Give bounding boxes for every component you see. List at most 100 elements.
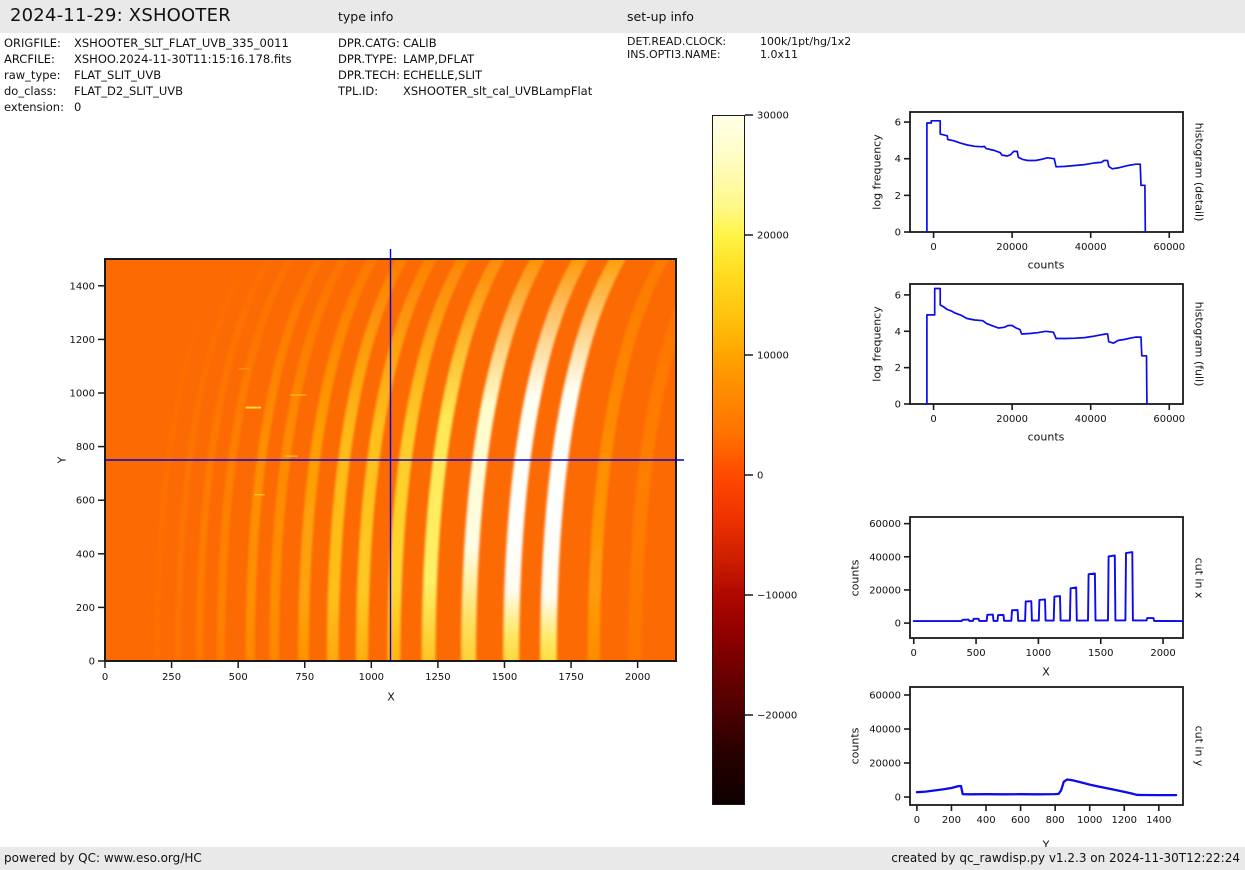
footer-right-text: created by qc_rawdisp.py v1.2.3 on 2024-… — [891, 851, 1240, 865]
info-row: DPR.CATG:CALIB — [338, 35, 592, 51]
cut-y-legend: x=1072 — [1081, 689, 1166, 708]
bright-artifact — [246, 407, 261, 409]
svg-text:1500: 1500 — [1088, 648, 1113, 659]
info-label: DPR.CATG: — [338, 35, 403, 51]
svg-text:6: 6 — [895, 118, 901, 129]
svg-text:1000: 1000 — [1077, 815, 1102, 826]
svg-text:0: 0 — [930, 242, 936, 253]
svg-text:1000: 1000 — [70, 389, 95, 400]
main-xlabel: X — [387, 691, 395, 704]
svg-text:500: 500 — [967, 648, 986, 659]
info-label: ARCFILE: — [4, 51, 74, 67]
svg-text:0: 0 — [102, 672, 108, 683]
legend-line-sample — [1088, 698, 1110, 700]
svg-text:60000: 60000 — [869, 519, 901, 530]
info-row: raw_type:FLAT_SLIT_UVB — [4, 67, 292, 83]
info-label: do_class: — [4, 83, 74, 99]
info-value: ECHELLE,SLIT — [403, 67, 482, 83]
svg-text:400: 400 — [76, 549, 95, 560]
svg-text:60000: 60000 — [1153, 242, 1185, 253]
info-row: extension:0 — [4, 99, 292, 115]
svg-text:600: 600 — [76, 496, 95, 507]
info-row: ARCFILE:XSHOO.2024-11-30T11:15:16.178.fi… — [4, 51, 292, 67]
info-value: XSHOOTER_SLT_FLAT_UVB_335_0011 — [74, 35, 289, 51]
svg-text:4: 4 — [895, 327, 901, 338]
svg-text:0: 0 — [895, 228, 901, 239]
svg-text:200: 200 — [76, 603, 95, 614]
cut-x-xlabel: X — [1042, 666, 1050, 679]
info-value: FLAT_D2_SLIT_UVB — [74, 83, 183, 99]
svg-text:0: 0 — [895, 619, 901, 630]
qc-report-page: 2024-11-29: XSHOOTER type info set-up in… — [0, 0, 1245, 870]
hist-full-ylabel: log frequency — [871, 306, 884, 381]
info-row: ORIGFILE:XSHOOTER_SLT_FLAT_UVB_335_0011 — [4, 35, 292, 51]
info-label: raw_type: — [4, 67, 74, 83]
cut-x-side-label: cut in x — [1193, 558, 1206, 599]
info-label: INS.OPTI3.NAME: — [627, 48, 760, 61]
cut-x-legend-label: y=750 — [1127, 522, 1164, 535]
svg-text:60000: 60000 — [1153, 414, 1185, 425]
svg-text:20000: 20000 — [996, 414, 1028, 425]
svg-text:600: 600 — [1011, 815, 1030, 826]
info-label: DPR.TECH: — [338, 67, 403, 83]
svg-text:0: 0 — [895, 793, 901, 804]
info-row: INS.OPTI3.NAME:1.0x11 — [627, 48, 851, 61]
svg-text:0: 0 — [914, 815, 920, 826]
svg-text:60000: 60000 — [869, 690, 901, 701]
svg-text:0: 0 — [895, 400, 901, 411]
svg-text:1000: 1000 — [359, 672, 384, 683]
svg-text:400: 400 — [976, 815, 995, 826]
svg-text:1200: 1200 — [1112, 815, 1137, 826]
svg-text:800: 800 — [76, 442, 95, 453]
info-label: ORIGFILE: — [4, 35, 74, 51]
cut-x-ylabel: counts — [849, 560, 862, 597]
bright-artifact — [285, 455, 298, 456]
svg-text:200: 200 — [942, 815, 961, 826]
svg-text:20000: 20000 — [869, 585, 901, 596]
raw-image-plot — [105, 259, 676, 661]
svg-text:40000: 40000 — [1075, 414, 1107, 425]
info-row: DET.READ.CLOCK:100k/1pt/hg/1x2 — [627, 35, 851, 48]
hist-detail-side-label: histogram (detail) — [1193, 123, 1206, 222]
svg-text:750: 750 — [295, 672, 314, 683]
info-row: DPR.TECH:ECHELLE,SLIT — [338, 67, 592, 83]
info-label: DET.READ.CLOCK: — [627, 35, 760, 48]
svg-text:0: 0 — [911, 648, 917, 659]
data-line — [927, 289, 1147, 405]
svg-text:2000: 2000 — [1150, 648, 1175, 659]
svg-text:2: 2 — [895, 363, 901, 374]
svg-text:40000: 40000 — [869, 724, 901, 735]
file-info-block: ORIGFILE:XSHOOTER_SLT_FLAT_UVB_335_0011A… — [4, 35, 292, 115]
svg-text:20000: 20000 — [869, 759, 901, 770]
svg-text:20000: 20000 — [996, 242, 1028, 253]
footer-bar: powered by QC: www.eso.org/HC created by… — [0, 847, 1245, 870]
chart-histogram_detail: 02000040000600000246 — [910, 112, 1183, 232]
svg-text:2000: 2000 — [625, 672, 650, 683]
info-value: LAMP,DFLAT — [403, 51, 474, 67]
hist-full-xlabel: counts — [1028, 431, 1065, 444]
colorbar — [712, 115, 745, 805]
info-row: do_class:FLAT_D2_SLIT_UVB — [4, 83, 292, 99]
svg-text:1400: 1400 — [70, 281, 95, 292]
setup-info-heading: set-up info — [627, 9, 694, 24]
data-line — [917, 780, 1176, 796]
cut-y-ylabel: counts — [849, 728, 862, 765]
svg-text:0: 0 — [89, 657, 95, 668]
type-info-block: DPR.CATG:CALIBDPR.TYPE:LAMP,DFLATDPR.TEC… — [338, 35, 592, 99]
data-line — [914, 552, 1182, 621]
info-value: CALIB — [403, 35, 437, 51]
bright-artifact — [254, 494, 265, 495]
footer-left-text: powered by QC: www.eso.org/HC — [4, 851, 202, 865]
legend-line-sample — [1100, 528, 1122, 530]
info-value: 100k/1pt/hg/1x2 — [760, 35, 851, 48]
info-label: DPR.TYPE: — [338, 51, 403, 67]
bright-artifact — [239, 368, 250, 369]
svg-text:−10000: −10000 — [757, 591, 797, 602]
svg-text:30000: 30000 — [757, 111, 789, 122]
chart-histogram_full: 02000040000600000246 — [910, 284, 1183, 404]
svg-text:1000: 1000 — [1026, 648, 1051, 659]
info-value: XSHOOTER_slt_cal_UVBLampFlat — [403, 83, 592, 99]
svg-text:1750: 1750 — [558, 672, 583, 683]
bright-artifact — [290, 394, 307, 395]
svg-text:1200: 1200 — [70, 335, 95, 346]
